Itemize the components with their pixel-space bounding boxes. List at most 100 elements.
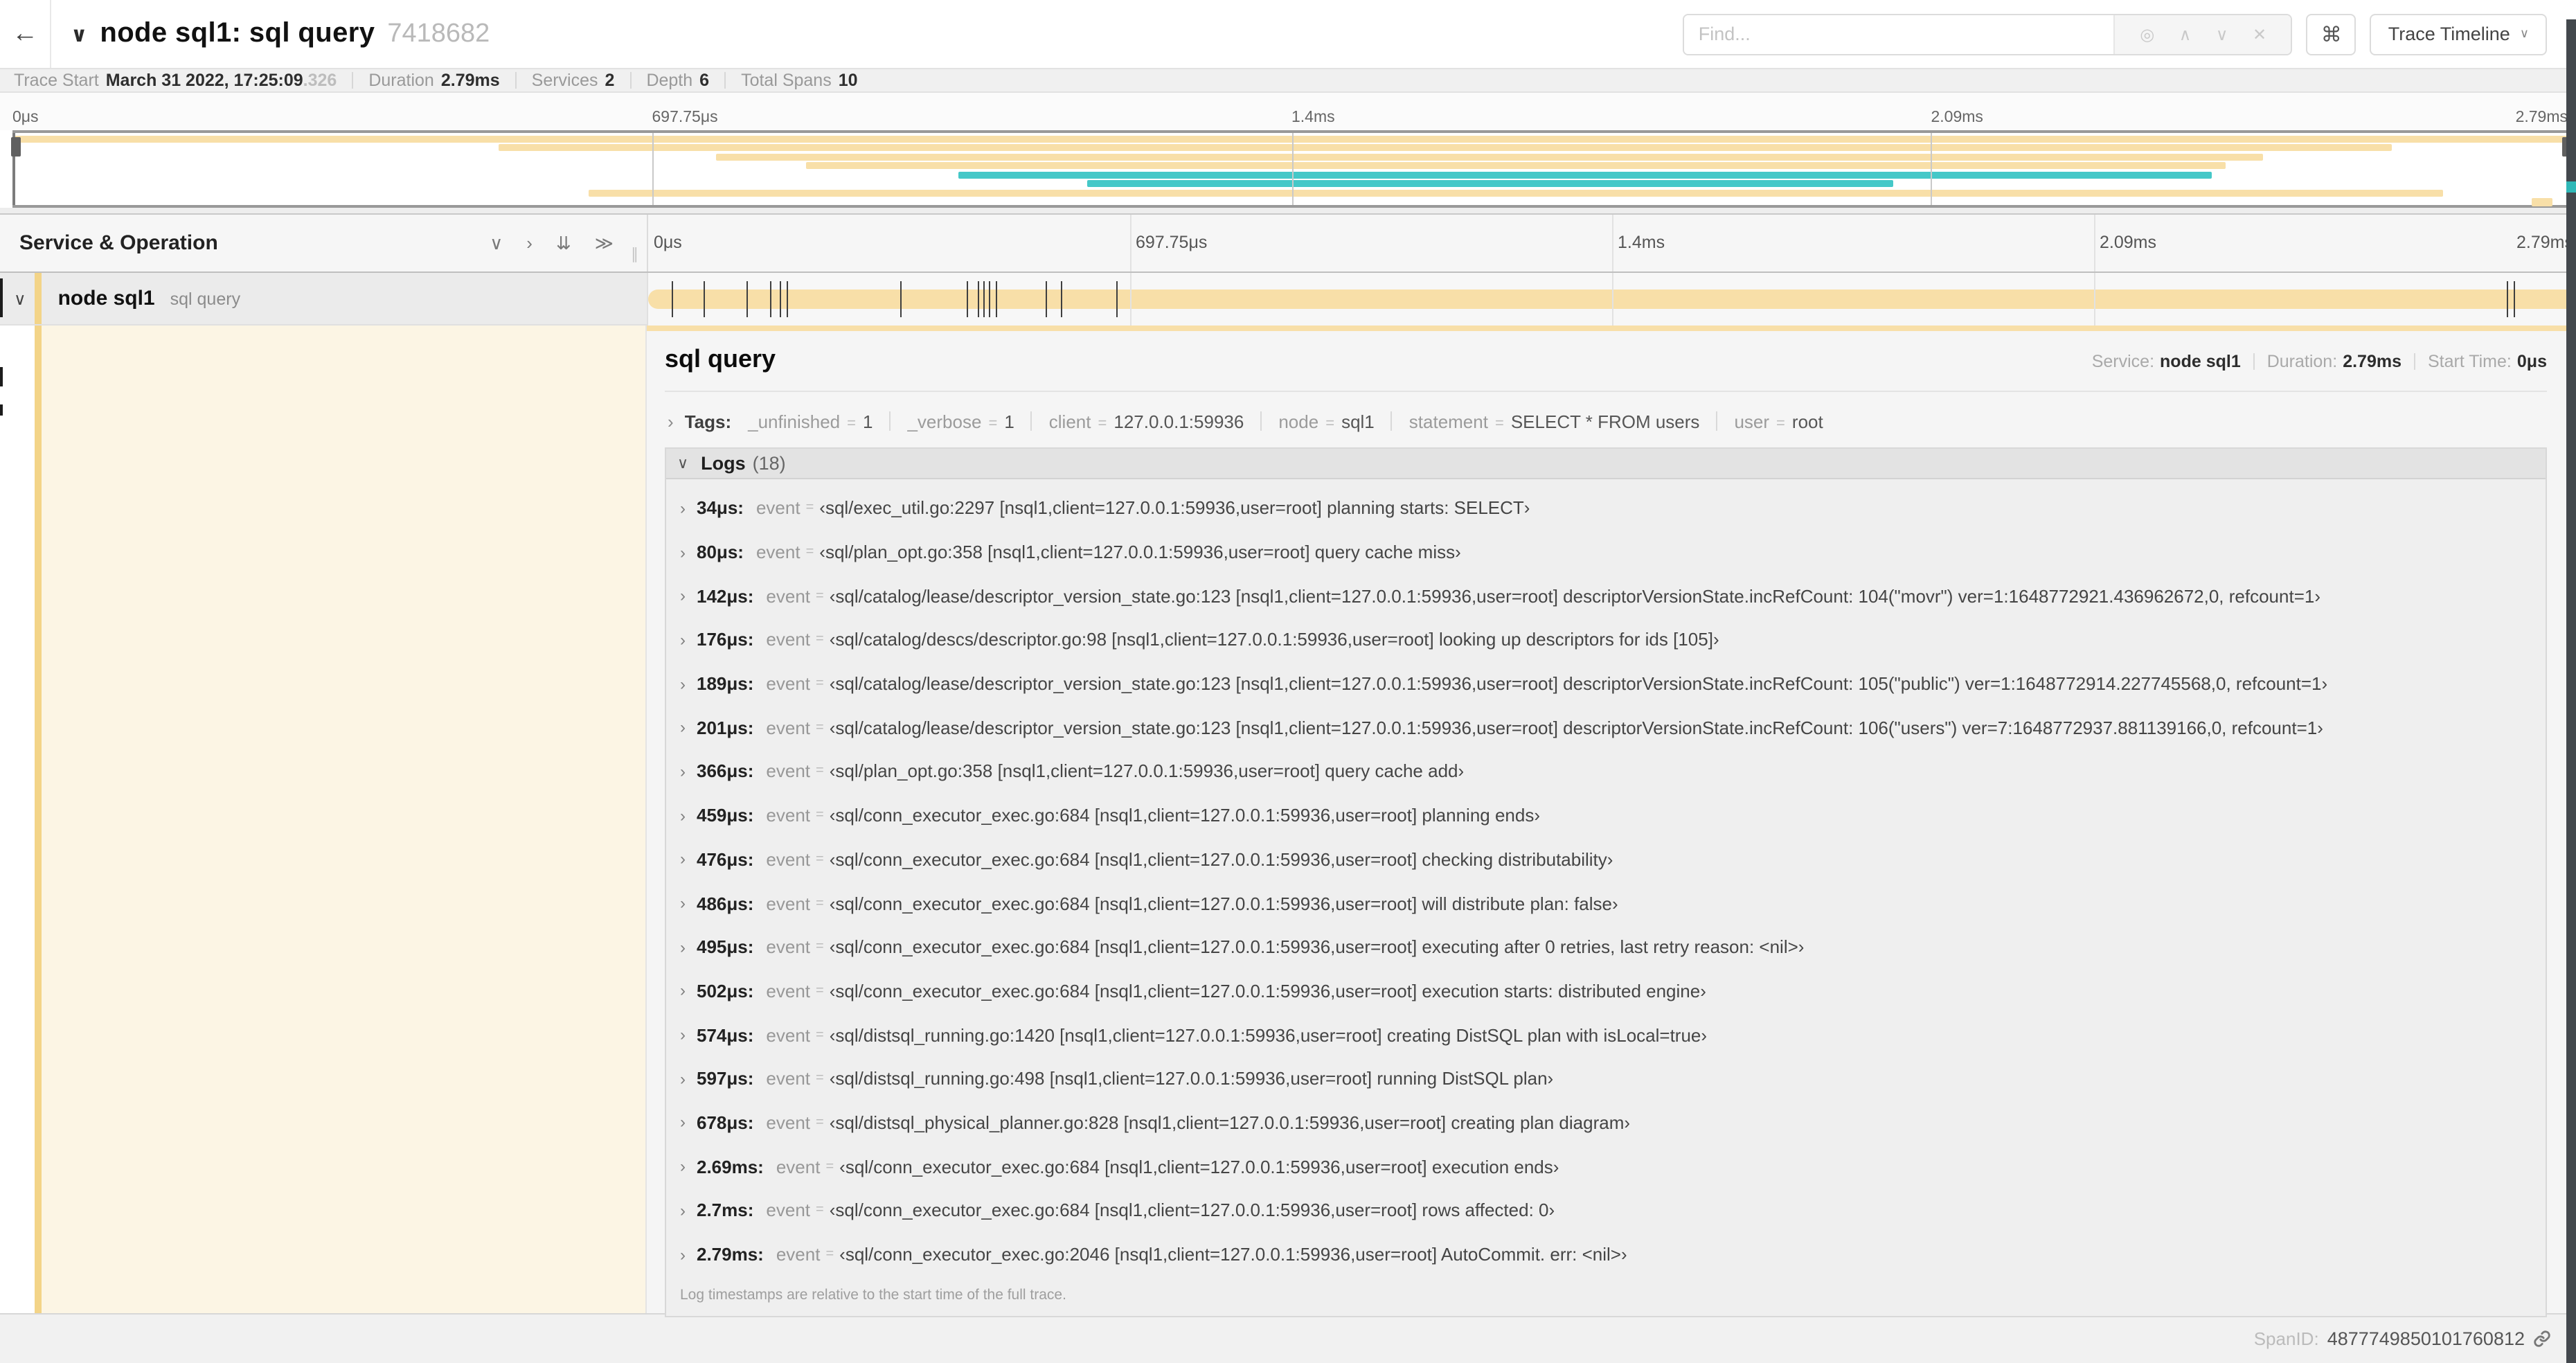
- screen-edge-artifact: [0, 367, 3, 386]
- log-row[interactable]: › 2.7ms: event = ‹sql/conn_executor_exec.go:…: [666, 1188, 2546, 1232]
- chevron-right-icon[interactable]: ›: [680, 762, 686, 781]
- prev-result-icon[interactable]: ∧: [2179, 24, 2192, 44]
- log-tick: [1116, 281, 1118, 317]
- chevron-right-icon[interactable]: ›: [680, 1069, 686, 1089]
- equals-sign: =: [816, 983, 824, 999]
- screen-edge-artifact: [2566, 19, 2576, 1363]
- log-row[interactable]: › 476μs: event = ‹sql/conn_executor_exec.go:…: [666, 837, 2546, 881]
- chevron-right-icon[interactable]: ›: [680, 499, 686, 518]
- summary-value: 6: [699, 71, 710, 90]
- span-tree-cell[interactable]: ∨ node sql1 sql query: [0, 273, 647, 326]
- back-button[interactable]: ←: [0, 0, 51, 68]
- summary-value-fraction: .326: [303, 71, 337, 90]
- timeline-gridline: [1931, 133, 1933, 205]
- chevron-right-icon[interactable]: ›: [680, 1245, 686, 1264]
- scrubber-handle[interactable]: [11, 137, 21, 157]
- equals-sign: =: [816, 939, 824, 955]
- log-row[interactable]: › 201μs: event = ‹sql/catalog/lease/descript…: [666, 706, 2546, 749]
- summary-label: Services: [531, 71, 598, 90]
- tags-row[interactable]: › Tags: _unfinished = 1 _verbose = 1 client = 12…: [665, 404, 2547, 438]
- tag-item: client = 127.0.0.1:59936: [1049, 411, 1244, 431]
- log-timestamp: 80μs:: [697, 542, 744, 563]
- tree-indent-gutter: [0, 326, 35, 1313]
- log-row[interactable]: › 366μs: event = ‹sql/plan_opt.go:358 [nsql1…: [666, 749, 2546, 793]
- view-selector-button[interactable]: Trace Timeline ∨: [2370, 13, 2547, 55]
- screen-edge-artifact: [0, 278, 3, 317]
- chevron-right-icon[interactable]: ›: [668, 411, 674, 431]
- log-row[interactable]: › 176μs: event = ‹sql/catalog/descs/descript…: [666, 618, 2546, 661]
- span-timeline-cell[interactable]: [647, 273, 2576, 326]
- chevron-right-icon[interactable]: ›: [680, 630, 686, 650]
- collapse-all-icon[interactable]: ⇊: [556, 232, 571, 254]
- deep-link-icon[interactable]: [2533, 1330, 2551, 1348]
- log-field-key: event: [766, 893, 811, 914]
- clear-search-icon[interactable]: ✕: [2253, 24, 2266, 44]
- meta-value: node sql1: [2160, 352, 2241, 371]
- log-timestamp: 2.7ms:: [697, 1200, 754, 1221]
- expand-all-icon[interactable]: ≫: [595, 232, 614, 254]
- log-row[interactable]: › 495μs: event = ‹sql/conn_executor_exec.go:…: [666, 925, 2546, 969]
- log-row[interactable]: › 459μs: event = ‹sql/conn_executor_exec.go:…: [666, 794, 2546, 837]
- log-row[interactable]: › 142μs: event = ‹sql/catalog/lease/descript…: [666, 574, 2546, 618]
- chevron-right-icon[interactable]: ›: [680, 1025, 686, 1044]
- chevron-right-icon[interactable]: ›: [680, 542, 686, 562]
- span-collapse-chevron-icon[interactable]: ∨: [14, 289, 26, 308]
- locate-result-icon[interactable]: ◎: [2140, 24, 2154, 44]
- summary-label: Duration: [368, 71, 434, 90]
- chevron-right-icon[interactable]: ›: [680, 674, 686, 693]
- span-service-name: node sql1: [57, 287, 155, 310]
- log-row[interactable]: › 80μs: event = ‹sql/plan_opt.go:358 [nsql1,…: [666, 530, 2546, 573]
- log-row[interactable]: › 2.79ms: event = ‹sql/conn_executor_exec.go…: [666, 1232, 2546, 1276]
- minimap-left-scrubber[interactable]: [11, 133, 21, 205]
- logs-header[interactable]: ∨ Logs (18): [666, 449, 2546, 479]
- chevron-right-icon[interactable]: ›: [680, 981, 686, 1001]
- expand-one-icon[interactable]: ›: [526, 233, 533, 253]
- log-field-key: event: [755, 542, 800, 563]
- log-field-value: ‹sql/conn_executor_exec.go:684 [nsql1,cl…: [829, 936, 1805, 958]
- chevron-right-icon[interactable]: ›: [680, 850, 686, 869]
- log-row[interactable]: › 486μs: event = ‹sql/conn_executor_exec.go:…: [666, 881, 2546, 925]
- chevron-right-icon[interactable]: ›: [680, 1201, 686, 1220]
- log-timestamp: 2.69ms:: [697, 1156, 764, 1177]
- log-tick: [989, 281, 991, 317]
- log-row[interactable]: › 189μs: event = ‹sql/catalog/lease/descript…: [666, 662, 2546, 706]
- ruler-tick-label: 2.09ms: [1931, 109, 1983, 126]
- chevron-right-icon[interactable]: ›: [680, 937, 686, 956]
- log-tick: [995, 281, 997, 317]
- equals-sign: =: [988, 415, 998, 431]
- equals-sign: =: [805, 544, 814, 560]
- timeline-grid-header: Service & Operation ∨ › ⇊ ≫ ∥ 0μs 697.75μs 1.…: [0, 215, 2576, 273]
- trace-collapse-chevron-icon[interactable]: ∨: [71, 21, 87, 46]
- log-row[interactable]: › 574μs: event = ‹sql/distsql_running.go:142…: [666, 1013, 2546, 1057]
- log-row[interactable]: › 597μs: event = ‹sql/distsql_running.go:498…: [666, 1057, 2546, 1101]
- summary-separator: [629, 72, 632, 89]
- keyboard-shortcuts-button[interactable]: ⌘: [2306, 13, 2356, 55]
- next-result-icon[interactable]: ∨: [2216, 24, 2228, 44]
- tag-separator: [1390, 411, 1393, 431]
- span-row[interactable]: ∨ node sql1 sql query: [0, 273, 2576, 326]
- chevron-right-icon[interactable]: ›: [680, 718, 686, 738]
- timeline-minimap[interactable]: [11, 130, 2572, 208]
- ruler-tick-label: 0μs: [12, 109, 39, 126]
- find-input[interactable]: [1684, 15, 2114, 53]
- minimap-span: [1086, 180, 1893, 188]
- timeline-gridline: [1130, 215, 1132, 271]
- log-tick: [900, 281, 902, 317]
- log-row[interactable]: › 34μs: event = ‹sql/exec_util.go:2297 [nsql…: [666, 486, 2546, 530]
- equals-sign: =: [805, 500, 814, 516]
- log-row[interactable]: › 678μs: event = ‹sql/distsql_physical_plann…: [666, 1101, 2546, 1144]
- collapse-one-icon[interactable]: ∨: [490, 232, 503, 254]
- log-row[interactable]: › 502μs: event = ‹sql/conn_executor_exec.go:…: [666, 969, 2546, 1013]
- minimap-span: [588, 189, 2443, 197]
- log-row[interactable]: › 2.69ms: event = ‹sql/conn_executor_exec.go…: [666, 1145, 2546, 1188]
- chevron-right-icon[interactable]: ›: [680, 1113, 686, 1132]
- chevron-right-icon[interactable]: ›: [680, 805, 686, 825]
- logs-count: (18): [752, 453, 786, 474]
- column-resizer[interactable]: ∥: [631, 245, 640, 263]
- chevron-right-icon[interactable]: ›: [680, 586, 686, 605]
- summary-label: Total Spans: [741, 71, 832, 90]
- chevron-right-icon[interactable]: ›: [680, 1157, 686, 1176]
- chevron-down-icon[interactable]: ∨: [677, 454, 688, 472]
- chevron-right-icon[interactable]: ›: [680, 893, 686, 913]
- equals-sign: =: [816, 851, 824, 867]
